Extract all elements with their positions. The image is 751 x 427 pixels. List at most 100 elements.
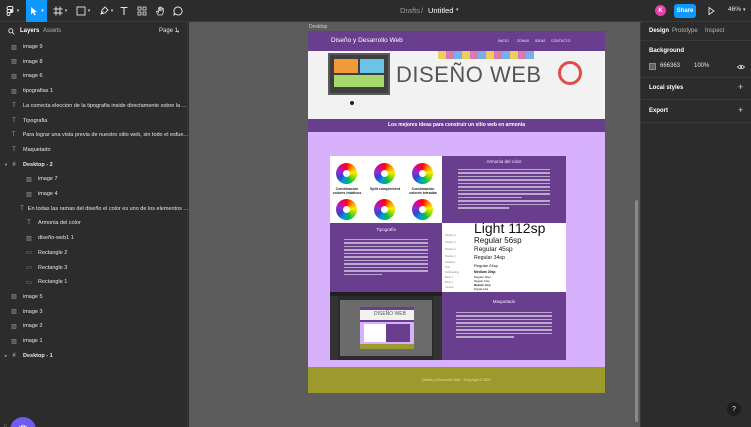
present-button[interactable] <box>704 0 718 22</box>
desktop-frame[interactable]: Diseño y Desarrollo Web INICIO ZONAS IDE… <box>308 31 605 393</box>
main-menu-button[interactable]: ▾ <box>2 0 22 22</box>
sparkle-icon: ✺ <box>17 422 29 427</box>
layer-label: Rectangle 2 <box>38 249 68 256</box>
comment-tool-button[interactable] <box>171 0 185 22</box>
wheel-label: Split complement <box>370 187 400 191</box>
typography-heading: Tipografia <box>376 227 396 232</box>
layer-label: Maquetado <box>23 146 51 153</box>
chevron-down-icon[interactable]: ▾ <box>456 7 459 13</box>
type-sample: Medium 20sp <box>474 269 496 274</box>
avatar[interactable]: K <box>655 5 666 16</box>
type-role: Caption <box>445 286 454 289</box>
question-icon: ? <box>732 405 736 413</box>
type-sample: Regular 24sp <box>474 263 498 268</box>
pen-tool-button[interactable]: ▾ <box>96 0 116 22</box>
layer-item[interactable]: ▭ Rectangle 1 <box>0 275 188 289</box>
hero-image: Diseño y Desarrollo Web INICIO ZONAS IDE… <box>308 31 605 119</box>
type-sample: Light 112sp <box>474 223 546 236</box>
tab-prototype[interactable]: Prototype <box>672 28 698 34</box>
image-icon: ▨ <box>11 309 17 316</box>
layer-item[interactable]: ▨ image 6 <box>0 69 188 83</box>
cursor-icon <box>31 7 38 16</box>
layer-item[interactable]: ▨ image 9 <box>0 40 188 54</box>
layer-frame[interactable]: ▾ # Desktop - 2 <box>0 158 188 172</box>
type-role: Subheading <box>445 271 459 274</box>
footer-text: Diseño y Desarrollo Web · Copyright © 20… <box>421 378 492 382</box>
mini-title: DISEÑO WEB <box>374 311 406 317</box>
tab-design[interactable]: Design <box>649 28 669 34</box>
layer-item[interactable]: T En todas las ramas del diseño el color … <box>0 202 188 216</box>
text-tool-button[interactable] <box>117 0 131 22</box>
tagline-strip: Los mejores ideas para construir un siti… <box>308 119 605 132</box>
move-tool-button[interactable]: ▾ <box>26 0 47 22</box>
frame-label[interactable]: Desktop <box>309 24 327 30</box>
color-wheel <box>336 163 357 184</box>
share-button[interactable]: Share <box>674 4 696 18</box>
divider <box>641 122 751 123</box>
image-icon: ▨ <box>11 323 17 330</box>
frame-icon <box>53 6 63 16</box>
background-color-swatch[interactable] <box>649 63 656 70</box>
plus-icon[interactable]: + <box>738 82 743 92</box>
chevron-down-icon[interactable]: ▾ <box>743 7 746 13</box>
tab-layers[interactable]: Layers <box>20 28 39 34</box>
layer-label: Desktop - 2 <box>23 161 53 168</box>
layer-item[interactable]: T La correcta eleccion de la tipografia i… <box>0 99 188 113</box>
eye-icon[interactable] <box>737 64 745 70</box>
chevron-down-icon[interactable]: ▾ <box>177 29 179 35</box>
page-selector[interactable]: Page 1 <box>159 28 178 34</box>
layer-item[interactable]: ▨ image 3 <box>0 305 188 319</box>
layer-item[interactable]: ▨ image 5 <box>0 290 188 304</box>
resources-tool-button[interactable] <box>135 0 149 22</box>
image-icon: ▨ <box>11 59 17 66</box>
slider-dot <box>350 101 354 105</box>
canvas-scrollbar[interactable] <box>635 200 638 422</box>
layer-item[interactable]: ▨ image 7 <box>0 172 188 186</box>
help-button[interactable]: ? <box>727 402 741 416</box>
rectangle-icon: ▭ <box>26 250 32 257</box>
shape-tool-button[interactable]: ▾ <box>73 0 93 22</box>
layer-item[interactable]: T Maquetado <box>0 143 188 157</box>
file-name[interactable]: Untitled <box>428 6 453 15</box>
layer-frame[interactable]: ▸ # Desktop - 1 <box>0 349 188 363</box>
layer-item[interactable]: ▭ Rectangle 2 <box>0 246 188 260</box>
figma-screenshot-image: DISEÑO WEB <box>330 292 442 360</box>
paragraph-lines <box>456 312 552 340</box>
canvas[interactable]: Desktop Diseño y Desarrollo Web INICIO Z… <box>189 22 640 427</box>
zoom-level[interactable]: 46% <box>728 6 741 13</box>
site-logo: Diseño y Desarrollo Web <box>331 37 403 44</box>
type-role: Body 2 <box>445 276 454 279</box>
layer-item[interactable]: ▨ image 4 <box>0 187 188 201</box>
comment-icon <box>173 6 183 16</box>
type-sample: Regular 16sp <box>474 275 491 279</box>
tab-inspect[interactable]: Inspect <box>705 28 724 34</box>
plus-icon[interactable]: + <box>738 105 743 115</box>
breadcrumb-folder[interactable]: Drafts <box>400 6 420 15</box>
layer-item[interactable]: T Armonia del color <box>0 216 188 230</box>
hand-tool-button[interactable] <box>153 0 167 22</box>
layer-item[interactable]: ▨ image 1 <box>0 334 188 348</box>
color-heading: Armonia del color <box>486 159 522 164</box>
layer-item[interactable]: T Tipografia <box>0 114 188 128</box>
wheel-label: Combinación colores triádicos <box>332 187 362 196</box>
type-role: Display 1 <box>445 255 456 258</box>
layer-item[interactable]: ▨ diseño-web1 1 <box>0 231 188 245</box>
search-icon[interactable] <box>8 28 15 35</box>
layer-item[interactable]: ▨ image 2 <box>0 319 188 333</box>
rectangle-icon: ▭ <box>26 265 32 271</box>
frame-tool-button[interactable]: ▾ <box>50 0 70 22</box>
maquetado-text-block: Maquetado <box>442 292 566 360</box>
tab-assets[interactable]: Assets <box>43 28 61 34</box>
layer-item[interactable]: ▨ tipografias 1 <box>0 84 188 98</box>
layer-item[interactable]: ▨ image 8 <box>0 55 188 69</box>
background-opacity-input[interactable]: 100% <box>694 63 709 69</box>
layer-label: image 1 <box>23 338 43 344</box>
rectangle-icon: ▭ <box>26 279 32 286</box>
background-hex-input[interactable]: 666363 <box>660 63 680 69</box>
layer-item[interactable]: ▭ Rectangle 3 <box>0 261 188 275</box>
layer-item[interactable]: T Para lograr una vista previa de nuestro… <box>0 128 188 142</box>
divider <box>641 77 751 78</box>
plugin-button[interactable]: ✺ <box>10 417 36 427</box>
nav-item: IDEAS <box>535 39 546 43</box>
type-role: Title <box>445 266 450 269</box>
